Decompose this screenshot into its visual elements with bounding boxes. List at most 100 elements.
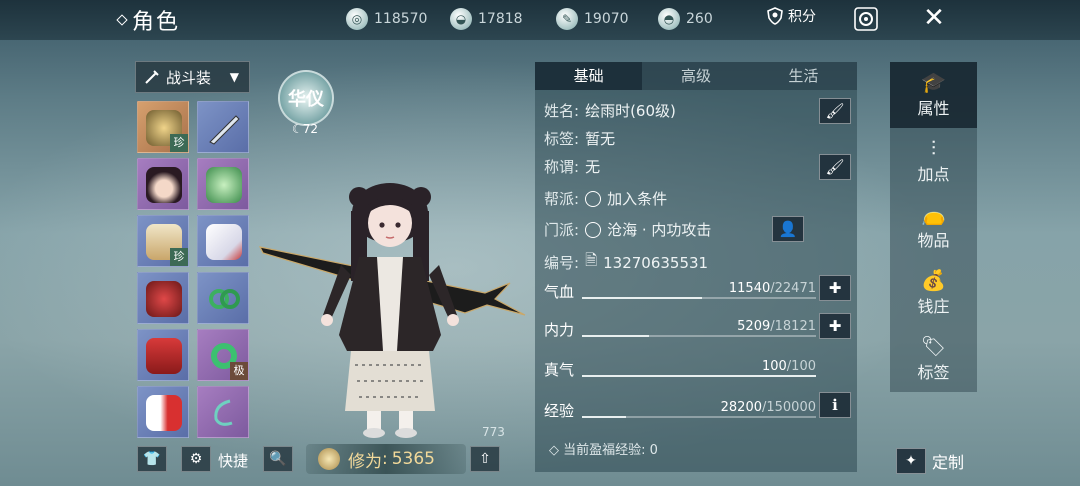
person-icon: 👤 xyxy=(778,220,798,238)
equip-slot-weapon[interactable] xyxy=(197,101,249,153)
sliders-icon: ⫶ xyxy=(931,136,936,160)
exp-bar-fill xyxy=(582,416,626,418)
gear-icon xyxy=(854,7,878,31)
cultivation-score[interactable]: 修为:5365 xyxy=(306,444,466,474)
wardrobe-button[interactable]: 👕 xyxy=(137,446,167,472)
id-row: 编号: 🗎 13270635531 xyxy=(544,250,708,275)
outfit-dropdown[interactable]: 战斗装 ▼ xyxy=(135,61,250,93)
tag-icon: 🏷 xyxy=(920,334,947,358)
nav-attributes[interactable]: 🎓 属性 xyxy=(890,62,977,128)
equip-slot-head[interactable] xyxy=(137,158,189,210)
guild-join-link[interactable]: 加入条件 xyxy=(607,188,667,209)
tab-life[interactable]: 生活 xyxy=(750,62,857,90)
jade-pendant-icon xyxy=(206,167,242,203)
fortune-exp: ◇ 当前盈福经验: 0 xyxy=(549,443,658,458)
film-reel-icon: ◎ xyxy=(346,8,368,30)
scroll-icon: 🗎 xyxy=(585,251,598,269)
qi-bar-fill xyxy=(582,375,816,377)
equip-slot-bracelet[interactable] xyxy=(197,272,249,324)
plus-icon: ✚ xyxy=(828,317,842,335)
quick-label: 快捷 xyxy=(218,452,249,470)
currency-film[interactable]: ◎ 118570 xyxy=(346,8,427,30)
equip-slot-pendant[interactable] xyxy=(197,158,249,210)
mp-bar-fill xyxy=(582,335,650,337)
character-model[interactable] xyxy=(255,175,530,440)
silver-ingot-icon: ◒ xyxy=(450,8,472,30)
close-icon: ✕ xyxy=(923,3,945,33)
inspect-button[interactable]: 🔍 xyxy=(263,446,293,472)
equip-slot-earring[interactable] xyxy=(197,386,249,438)
server-emblem[interactable]: 华仪 xyxy=(278,70,334,126)
tab-basic[interactable]: 基础 xyxy=(535,62,643,90)
belt-icon xyxy=(146,281,182,317)
equip-slot-top[interactable]: 珍 xyxy=(137,215,189,267)
equip-slot-accessory[interactable]: 珍 xyxy=(137,101,189,153)
points-button[interactable]: 积分 xyxy=(766,6,816,26)
edit-title-button[interactable]: 🖌 xyxy=(819,154,851,180)
diamond-small-icon: ◇ xyxy=(549,443,559,458)
equip-slot-ring[interactable]: 极 xyxy=(197,329,249,381)
equip-slot-shoes[interactable] xyxy=(137,386,189,438)
qi-bar xyxy=(582,375,816,377)
bracelet-icon xyxy=(209,289,240,309)
brush-icon: 🖌 xyxy=(825,102,845,120)
customize-button[interactable]: ✦ 定制 xyxy=(896,448,964,474)
brush-icon: 🖌 xyxy=(825,158,845,176)
gold-ingot-icon: ◓ xyxy=(658,8,680,30)
equip-slot-belt[interactable] xyxy=(137,272,189,324)
sect-emblem-icon xyxy=(585,221,602,238)
title-row: 称谓: 无 xyxy=(544,158,601,176)
bag-icon: 👝 xyxy=(921,202,946,226)
nav-points[interactable]: ⫶ 加点 xyxy=(890,128,977,194)
magnifier-icon: 🔍 xyxy=(269,451,287,467)
edit-name-button[interactable]: 🖌 xyxy=(819,98,851,124)
currency-jade[interactable]: ✎ 19070 xyxy=(556,8,629,30)
hp-bar xyxy=(582,297,816,299)
moon-icon: ☾ xyxy=(292,122,303,136)
exp-stat: 经验 28200/150000 xyxy=(544,400,816,420)
emblem-level: ☾72 xyxy=(292,122,319,136)
boot-icon xyxy=(206,224,242,260)
hairstyle-icon xyxy=(146,167,182,203)
hat-icon: 🎓 xyxy=(921,70,946,94)
tab-advanced[interactable]: 高级 xyxy=(642,62,749,90)
extreme-badge: 极 xyxy=(230,362,248,380)
currency-gold[interactable]: ◓ 260 xyxy=(658,8,713,30)
sect-info-button[interactable]: 👤 xyxy=(772,216,804,242)
info-icon: ℹ xyxy=(832,396,838,414)
plus-icon: ✚ xyxy=(828,279,842,297)
nav-items[interactable]: 👝 物品 xyxy=(890,194,977,260)
top-bar: 角色 ◎ 118570 ◒ 17818 ✎ 19070 ◓ 260 积分 ✕ xyxy=(0,0,1080,40)
shirt-icon: 👕 xyxy=(143,451,161,467)
page-title: 角色 xyxy=(116,4,180,36)
side-nav: 🎓 属性 ⫶ 加点 👝 物品 💰 钱庄 🏷 标签 xyxy=(890,62,977,392)
nav-bank[interactable]: 💰 钱庄 xyxy=(890,260,977,326)
mp-stat: 内力 5209/18121 xyxy=(544,319,816,339)
mp-add-button[interactable]: ✚ xyxy=(819,313,851,339)
quick-settings-button[interactable]: ⚙ xyxy=(181,446,211,472)
hp-add-button[interactable]: ✚ xyxy=(819,275,851,301)
close-button[interactable]: ✕ xyxy=(920,4,948,32)
cultivation-up-button[interactable]: ⇧ xyxy=(470,446,500,472)
diamond-icon xyxy=(116,14,128,26)
info-tabs: 基础 高级 生活 xyxy=(535,62,857,90)
cultivation-coin-icon xyxy=(318,448,340,470)
rare-badge: 珍 xyxy=(170,134,188,152)
hp-stat: 气血 11540/22471 xyxy=(544,281,816,301)
exp-info-button[interactable]: ℹ xyxy=(819,392,851,418)
guild-row: 帮派: 加入条件 xyxy=(544,188,668,209)
equip-slot-skirt[interactable] xyxy=(137,329,189,381)
settings-button[interactable] xyxy=(853,6,879,32)
arrow-up-icon: ⇧ xyxy=(479,451,491,467)
currency-silver[interactable]: ◒ 17818 xyxy=(450,8,523,30)
tag-row: 标签: 暂无 xyxy=(544,130,616,148)
wing-level: 773 xyxy=(482,425,505,439)
exp-bar xyxy=(582,416,816,418)
nav-tags[interactable]: 🏷 标签 xyxy=(890,326,977,392)
swirl-icon xyxy=(585,190,602,207)
shield-icon xyxy=(767,7,783,25)
equip-slot-boots[interactable] xyxy=(197,215,249,267)
money-bag-icon: 💰 xyxy=(921,268,946,292)
chevron-down-icon: ▼ xyxy=(229,70,239,84)
name-row: 姓名: 绘雨时(60级) xyxy=(544,102,676,120)
